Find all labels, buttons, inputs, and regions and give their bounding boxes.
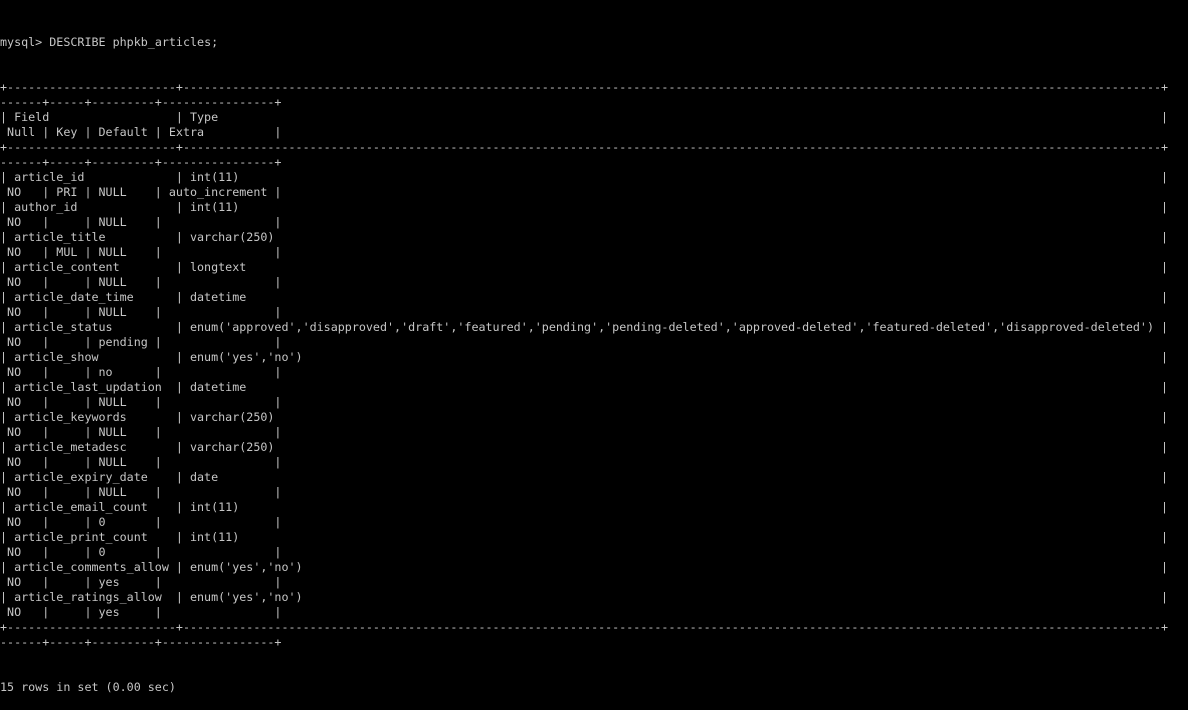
table-border: +------------------------+--------------… — [0, 80, 1169, 94]
table-row: | article_keywords | varchar(250) | — [0, 410, 1169, 424]
table-row: | article_content | longtext | — [0, 260, 1169, 274]
table-row-wrapped: NO | | yes | | — [0, 575, 282, 589]
table-row: | article_comments_allow | enum('yes','n… — [0, 560, 1169, 574]
table-row-wrapped: NO | | NULL | | — [0, 395, 282, 409]
command-line: mysql> DESCRIBE phpkb_articles; — [0, 35, 1188, 50]
table-row-wrapped: NO | | NULL | | — [0, 455, 282, 469]
table-border-wrapped: ------+-----+---------+----------------+ — [0, 155, 282, 169]
table-row-wrapped: NO | | pending | | — [0, 335, 282, 349]
table-row-wrapped: NO | | NULL | | — [0, 485, 282, 499]
table-border-wrapped: ------+-----+---------+----------------+ — [0, 635, 282, 649]
table-row: | author_id | int(11) | — [0, 200, 1169, 214]
table-row: | article_title | varchar(250) | — [0, 230, 1169, 244]
table-row-wrapped: NO | | 0 | | — [0, 515, 282, 529]
table-row: | article_print_count | int(11) | — [0, 530, 1169, 544]
table-border-wrapped: ------+-----+---------+----------------+ — [0, 95, 282, 109]
table-row-wrapped: NO | | NULL | | — [0, 305, 282, 319]
table-row-wrapped: NO | PRI | NULL | auto_increment | — [0, 185, 282, 199]
table-border: +------------------------+--------------… — [0, 620, 1169, 634]
result-footer: 15 rows in set (0.00 sec) — [0, 680, 176, 694]
table-row: | article_show | enum('yes','no') | — [0, 350, 1169, 364]
table-row-wrapped: NO | | yes | | — [0, 605, 282, 619]
table-row-wrapped: NO | | NULL | | — [0, 425, 282, 439]
table-row: | article_status | enum('approved','disa… — [0, 320, 1169, 334]
table-header-row: | Field | Type | — [0, 110, 1169, 124]
table-row-wrapped: NO | | NULL | | — [0, 275, 282, 289]
terminal-window[interactable]: mysql> DESCRIBE phpkb_articles; +-------… — [0, 0, 1188, 710]
table-row: | article_ratings_allow | enum('yes','no… — [0, 590, 1169, 604]
table-row: | article_email_count | int(11) | — [0, 500, 1169, 514]
table-row: | article_last_updation | datetime | — [0, 380, 1169, 394]
table-row-wrapped: NO | | NULL | | — [0, 215, 282, 229]
command-text: DESCRIBE phpkb_articles; — [49, 35, 219, 49]
table-row-wrapped: NO | | 0 | | — [0, 545, 282, 559]
table-border: +------------------------+--------------… — [0, 140, 1169, 154]
result-table: +------------------------+--------------… — [0, 80, 1188, 650]
prompt: mysql> — [0, 35, 50, 49]
table-row-wrapped: NO | MUL | NULL | | — [0, 245, 282, 259]
table-header-row-wrapped: Null | Key | Default | Extra | — [0, 125, 282, 139]
table-row-wrapped: NO | | no | | — [0, 365, 282, 379]
table-row: | article_expiry_date | date | — [0, 470, 1169, 484]
table-row: | article_metadesc | varchar(250) | — [0, 440, 1169, 454]
table-row: | article_id | int(11) | — [0, 170, 1169, 184]
table-row: | article_date_time | datetime | — [0, 290, 1169, 304]
